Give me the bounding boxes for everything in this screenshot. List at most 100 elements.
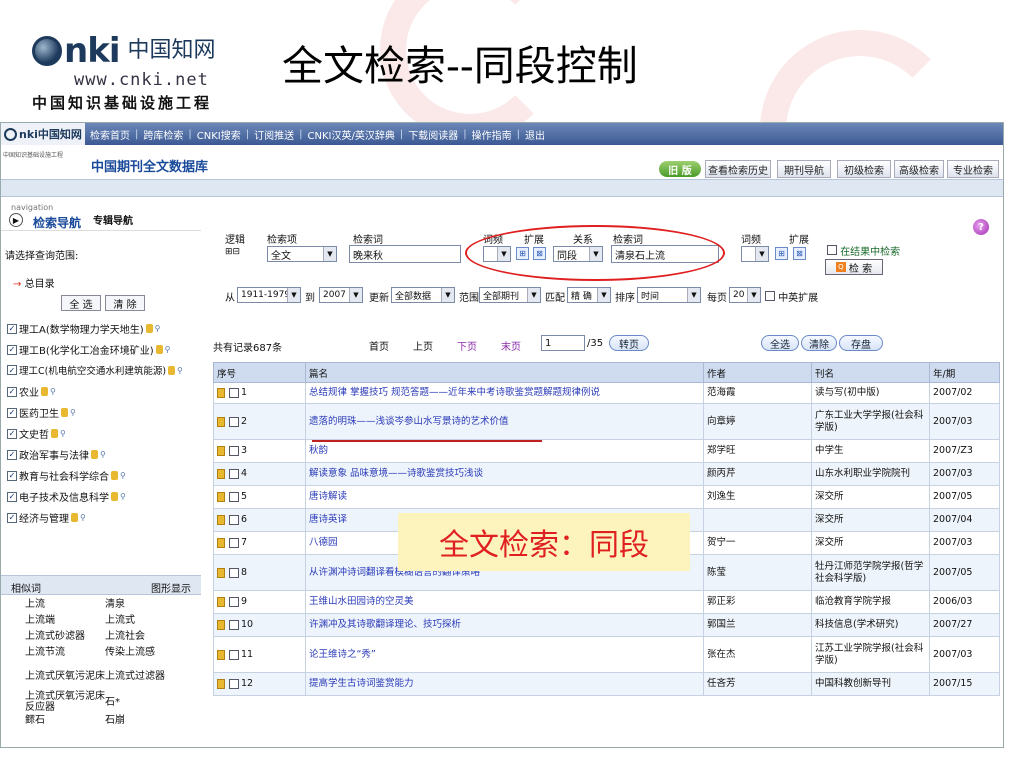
from-select[interactable]: 1911-1979 ▼ (237, 287, 301, 303)
cn-en-option[interactable]: 中英扩展 (765, 289, 818, 304)
row-checkbox[interactable] (229, 469, 239, 479)
chevron-down-icon[interactable]: ▼ (323, 247, 336, 261)
clear-results-button[interactable]: 清除 (801, 335, 837, 351)
row-checkbox[interactable] (229, 416, 239, 427)
magnifier-icon[interactable]: ⚲ (120, 471, 126, 480)
chevron-down-icon[interactable]: ▼ (755, 247, 768, 261)
related-word[interactable]: 上流社会 (105, 631, 145, 647)
row-checkbox[interactable] (229, 567, 239, 578)
category-item[interactable]: ✓ 教育与社会科学综合 ⚲ (7, 468, 126, 483)
page-number-input[interactable]: 1 (541, 335, 585, 351)
magnifier-icon[interactable]: ⚲ (80, 513, 86, 522)
document-icon[interactable] (217, 469, 225, 479)
nav-item-subscribe[interactable]: 订阅推送 (249, 127, 299, 142)
expand-collapse-icon[interactable]: ⊞⊟ (225, 247, 240, 257)
old-version-button[interactable]: 旧 版 (659, 161, 701, 177)
checkbox-checked[interactable]: ✓ (7, 512, 17, 523)
related-word[interactable]: 上流节流 (25, 647, 105, 663)
clear-categories-button[interactable]: 清 除 (105, 295, 145, 311)
category-item[interactable]: ✓ 政治军事与法律 ⚲ (7, 447, 106, 462)
related-word[interactable]: 上流式砂滤器 (25, 631, 105, 647)
checkbox-checked[interactable]: ✓ (7, 449, 17, 460)
tab-search-history[interactable]: 查看检索历史 (705, 160, 771, 178)
row-checkbox[interactable] (229, 538, 239, 548)
row-checkbox[interactable] (229, 492, 239, 502)
checkbox-checked[interactable]: ✓ (7, 344, 17, 355)
nav-item-reader[interactable]: 下载阅读器 (403, 127, 463, 142)
document-icon[interactable] (217, 515, 225, 525)
nav-item-home[interactable]: 检索首页 (85, 127, 135, 142)
per-page-select[interactable]: 20 ▼ (729, 287, 761, 303)
in-result-checkbox[interactable] (827, 245, 837, 255)
checkbox-checked[interactable]: ✓ (7, 365, 17, 375)
nav-item-dictionary[interactable]: CNKI汉英/英汉辞典 (302, 127, 399, 142)
category-item[interactable]: ✓ 经济与管理 ⚲ (7, 510, 86, 525)
update-select[interactable]: 全部数据 ▼ (391, 287, 455, 303)
topic-nav-link[interactable]: 专辑导航 (93, 212, 133, 227)
document-icon[interactable] (217, 649, 225, 660)
article-title-link[interactable]: 遗落的明珠——浅谈岑参山水写景诗的艺术价值 (305, 403, 704, 440)
chevron-down-icon[interactable]: ▼ (597, 288, 610, 302)
category-item[interactable]: ✓ 医药卫生 ⚲ (7, 405, 76, 420)
chevron-down-icon[interactable]: ▼ (527, 288, 540, 302)
article-title-link[interactable]: 解读意象 品味意境——诗歌鉴赏技巧浅谈 (305, 462, 704, 486)
prev-page-link[interactable]: 上页 (413, 338, 433, 353)
chevron-down-icon[interactable]: ▼ (441, 288, 454, 302)
related-word[interactable]: 上流式厌氧污泥床 (25, 671, 105, 682)
magnifier-icon[interactable]: ⚲ (155, 324, 161, 333)
category-item[interactable]: ✓ 农业 ⚲ (7, 384, 56, 399)
article-title-link[interactable]: 王维山水田园诗的空灵美 (305, 590, 704, 614)
magnifier-icon[interactable]: ⚲ (177, 366, 183, 375)
checkbox-checked[interactable]: ✓ (7, 470, 17, 481)
nav-item-guide[interactable]: 操作指南 (467, 127, 517, 142)
category-item[interactable]: ✓ 理工B(化学化工冶金环境矿业) ⚲ (7, 342, 171, 357)
tab-advanced-search[interactable]: 高级检索 (894, 160, 944, 178)
document-icon[interactable] (217, 538, 225, 548)
article-title-link[interactable]: 提高学生古诗词鉴赏能力 (305, 672, 704, 696)
related-word[interactable]: 上流端 (25, 615, 105, 631)
checkbox-checked[interactable]: ✓ (7, 386, 17, 397)
article-title-link[interactable]: 唐诗解读 (305, 485, 704, 509)
select-all-categories-button[interactable]: 全 选 (61, 295, 101, 311)
magnifier-icon[interactable]: ⚲ (60, 429, 66, 438)
play-icon[interactable]: ▶ (9, 213, 23, 227)
term-input[interactable]: 晚来秋 (349, 245, 461, 263)
in-result-option[interactable]: 在结果中检索 (827, 243, 900, 258)
document-icon[interactable] (217, 620, 225, 630)
checkbox-checked[interactable]: ✓ (7, 491, 17, 502)
chevron-down-icon[interactable]: ▼ (287, 288, 300, 302)
related-word[interactable]: 石* (105, 697, 120, 708)
nav-item-logout[interactable]: 退出 (520, 127, 550, 142)
last-page-link[interactable]: 末页 (501, 338, 521, 353)
next-page-link[interactable]: 下页 (457, 338, 477, 353)
category-item[interactable]: ✓ 文史哲 ⚲ (7, 426, 66, 441)
related-word[interactable]: 上流式 (105, 615, 135, 631)
article-title-link[interactable]: 秋韵 (305, 439, 704, 463)
document-icon[interactable] (217, 388, 225, 398)
checkbox-checked[interactable]: ✓ (7, 323, 17, 334)
tab-basic-search[interactable]: 初级检索 (837, 160, 891, 178)
article-title-link[interactable]: 许渊冲及其诗歌翻译理论、技巧探析 (305, 613, 704, 637)
document-icon[interactable] (217, 679, 225, 689)
match-select[interactable]: 精 确 ▼ (567, 287, 611, 303)
sort-select[interactable]: 时间 ▼ (637, 287, 701, 303)
related-word[interactable]: 上流 (25, 599, 105, 615)
field-select[interactable]: 全文 ▼ (267, 246, 337, 262)
nav-item-cnki-search[interactable]: CNKI搜索 (192, 127, 246, 142)
row-checkbox[interactable] (229, 649, 239, 660)
chevron-down-icon[interactable]: ▼ (747, 288, 760, 302)
row-checkbox[interactable] (229, 446, 239, 456)
related-word[interactable]: 清泉 (105, 599, 125, 615)
magnifier-icon[interactable]: ⚲ (50, 387, 56, 396)
cn-en-checkbox[interactable] (765, 291, 775, 301)
go-page-button[interactable]: 转页 (609, 335, 649, 351)
article-title-link[interactable]: 论王维诗之“秀” (305, 636, 704, 673)
checkbox-checked[interactable]: ✓ (7, 428, 17, 439)
to-select[interactable]: 2007 ▼ (319, 287, 363, 303)
document-icon[interactable] (217, 597, 225, 607)
row-checkbox[interactable] (229, 515, 239, 525)
row-checkbox[interactable] (229, 597, 239, 607)
magnifier-icon[interactable]: ⚲ (70, 408, 76, 417)
document-icon[interactable] (217, 416, 225, 427)
help-icon[interactable]: ? (973, 219, 989, 235)
